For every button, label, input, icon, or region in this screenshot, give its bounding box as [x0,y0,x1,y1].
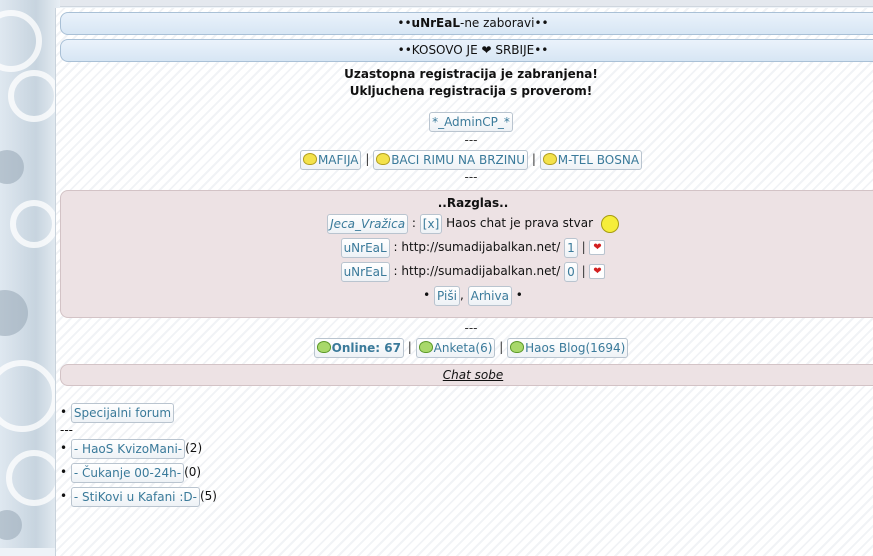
notice-line: Ukljuchena registracija s proverom! [349,84,593,98]
list-item: • - HaoS KvizoMani- (2) [60,436,873,460]
arhiva-button[interactable]: Arhiva [467,285,512,306]
delete-message-button[interactable]: [x] [419,213,443,234]
top-border [0,0,873,7]
link-label: MAFIJA [317,152,359,167]
razglas-entry: uNrEaL : http://sumadijabalkan.net/ 1 | … [61,235,873,259]
colon: : [393,264,398,278]
link-mafija[interactable]: MAFIJA [299,149,362,170]
brand-name: uNrEaL [411,16,460,30]
decorative-background [0,0,60,548]
link-label: BACI RIMU NA BRZINU [391,152,526,167]
razglas-title: ..Razglas.. [437,196,509,210]
header-bar-kosovo: ••KOSOVO JE ❤ SRBIJE•• [60,39,873,62]
chat-room-link[interactable]: - Čukanje 00-24h- [70,462,185,483]
room-count: (2) [185,441,203,455]
razglas-entry: Jeca_Vražica : [x] Haos chat je prava st… [61,211,873,235]
bullet: • [60,441,68,455]
header-suffix: -ne zaboravi•• [459,16,549,30]
razglas-entry: uNrEaL : http://sumadijabalkan.net/ 0 | … [61,259,873,283]
colon: : [393,240,398,254]
users-icon [316,340,331,353]
bullet: • [423,288,431,302]
stats-row: Online: 67 | Anketa(6) | Haos Blog(1694) [56,336,873,358]
online-users-button[interactable]: Online: 67 [313,337,404,358]
room-count: (0) [184,465,202,479]
razglas-actions: • Piši, Arhiva • [61,283,873,307]
bullet: • [60,489,68,503]
online-label: Online: 67 [331,340,401,355]
count-button[interactable]: 1 [564,237,578,258]
room-count: (5) [199,489,217,503]
admin-cp-link[interactable]: *_AdminCP_* [429,112,513,132]
separator: --- [60,423,73,437]
user-link[interactable]: uNrEaL [340,237,390,258]
blog-label: Haos Blog(1694) [525,340,626,355]
count-button[interactable]: 0 [564,261,578,282]
pipe-separator: | [499,340,504,354]
pipe-separator: | [365,152,370,166]
pipe-separator: | [581,264,586,278]
blog-button[interactable]: Haos Blog(1694) [507,337,629,358]
header-bar-unreal: ••uNrEaL-ne zaboravi•• [60,12,873,35]
bullet: • [60,405,68,419]
separator: --- [464,170,478,184]
link-mtel-bosna[interactable]: M-TEL BOSNA [539,149,643,170]
colon: : [411,216,416,230]
user-link[interactable]: uNrEaL [340,261,390,282]
bullet: • [60,465,68,479]
lightbulb-icon [600,214,619,233]
user-link[interactable]: Jeca_Vražica [327,213,409,234]
comma: , [459,288,464,302]
link-baci-rimu[interactable]: BACI RIMU NA BRZINU [373,149,529,170]
chat-sobe-header[interactable]: Chat sobe [60,364,873,386]
heart-green-icon [510,340,525,353]
link-label: M-TEL BOSNA [557,152,640,167]
chat-room-link[interactable]: - StiKovi u Kafani :D- [70,486,200,507]
special-forum-link[interactable]: Specijalni forum [70,402,175,423]
smiley-icon [542,152,557,165]
separator: --- [464,321,478,335]
chat-room-link[interactable]: - HaoS KvizoMani- [70,438,186,459]
list-item: • - Čukanje 00-24h- (0) [60,460,873,484]
pipe-separator: | [581,240,586,254]
pisi-button[interactable]: Piši [434,285,460,306]
main-panel: ••uNrEaL-ne zaboravi•• ••KOSOVO JE ❤ SRB… [55,8,873,556]
notice-line: Uzastopna registracija je zabranjena! [344,67,598,81]
header-prefix: •• [397,16,412,30]
separator: --- [464,133,478,147]
registration-notices: Uzastopna registracija je zabranjena! Uk… [56,66,873,100]
anketa-button[interactable]: Anketa(6) [415,337,496,358]
list-item: • - StiKovi u Kafani :D- (5) [60,484,873,508]
heart-icon[interactable]: ❤ [589,240,606,255]
razglas-panel: ..Razglas.. Jeca_Vražica : [x] Haos chat… [60,190,873,318]
top-links: MAFIJA | BACI RIMU NA BRZINU | M-TEL BOS… [56,148,873,170]
forum-list: • Specijalni forum --- • - HaoS KvizoMan… [56,400,873,508]
bullet: • [515,288,523,302]
message-text: http://sumadijabalkan.net/ [401,240,561,254]
message-text: Haos chat je prava stvar [446,216,594,230]
smiley-icon [302,152,317,165]
anketa-label: Anketa(6) [433,340,493,355]
smiley-icon [376,152,391,165]
heart-green-icon [418,340,433,353]
pipe-separator: | [531,152,536,166]
heart-icon[interactable]: ❤ [589,264,606,279]
pipe-separator: | [407,340,412,354]
list-item: • Specijalni forum [60,400,873,424]
message-text: http://sumadijabalkan.net/ [401,264,561,278]
